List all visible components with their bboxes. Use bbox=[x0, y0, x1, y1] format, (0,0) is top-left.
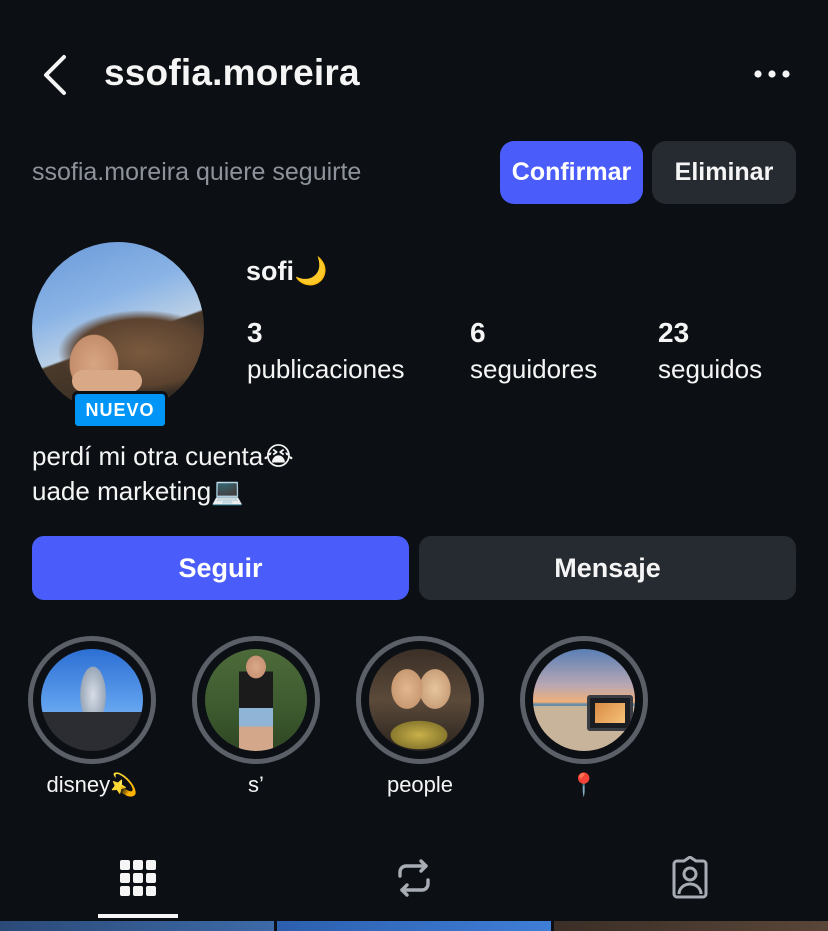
post-thumbnail[interactable] bbox=[554, 921, 828, 931]
tagged-person-icon bbox=[672, 855, 708, 899]
post-thumbnail[interactable] bbox=[0, 921, 274, 931]
highlight-cover-image bbox=[205, 649, 307, 751]
highlight-people[interactable] bbox=[356, 636, 484, 764]
bio-line: uade marketing💻 bbox=[32, 476, 244, 506]
highlight-label: disney💫 bbox=[46, 772, 138, 797]
highlight-cover-image bbox=[41, 649, 143, 751]
tab-reposts[interactable] bbox=[392, 856, 436, 900]
stat-following-label[interactable]: seguidos bbox=[658, 354, 762, 385]
highlight-label: 📍 bbox=[570, 772, 598, 797]
stat-followers-label[interactable]: seguidores bbox=[470, 354, 597, 385]
stat-posts-count[interactable]: 3 bbox=[247, 317, 263, 349]
follow-button[interactable]: Seguir bbox=[32, 536, 409, 600]
highlight-label: people bbox=[386, 772, 454, 797]
delete-request-button[interactable]: Eliminar bbox=[652, 141, 796, 204]
grid-icon bbox=[120, 860, 156, 896]
display-name: sofi🌙 bbox=[246, 256, 328, 286]
confirm-button[interactable]: Confirmar bbox=[500, 141, 643, 204]
highlight-cover-image bbox=[369, 649, 471, 751]
new-badge: NUEVO bbox=[72, 391, 168, 429]
tab-tagged[interactable] bbox=[668, 855, 712, 900]
highlight-disney[interactable] bbox=[28, 636, 156, 764]
laptop-photo-detail bbox=[587, 695, 633, 731]
bio-line: perdí mi otra cuenta😭 bbox=[32, 441, 294, 471]
chevron-left-icon bbox=[44, 55, 66, 95]
post-thumbnail[interactable] bbox=[277, 921, 551, 931]
tab-posts-grid[interactable] bbox=[116, 856, 160, 900]
follow-request-text: ssofia.moreira quiere seguirte bbox=[32, 158, 362, 186]
avatar-photo-detail bbox=[72, 370, 142, 392]
profile-username: ssofia.moreira bbox=[104, 52, 360, 93]
back-button[interactable] bbox=[40, 54, 74, 96]
more-horizontal-icon bbox=[754, 70, 790, 78]
avatar[interactable] bbox=[32, 242, 204, 414]
selected-tab-indicator bbox=[98, 914, 178, 918]
reels-repost-icon bbox=[398, 859, 430, 897]
stat-posts-label[interactable]: publicaciones bbox=[247, 354, 405, 385]
stat-following-count[interactable]: 23 bbox=[658, 317, 689, 349]
stat-followers-count[interactable]: 6 bbox=[470, 317, 486, 349]
more-options-button[interactable] bbox=[752, 62, 792, 86]
highlight-pin[interactable] bbox=[520, 636, 648, 764]
message-button[interactable]: Mensaje bbox=[419, 536, 796, 600]
highlight-label: s’ bbox=[248, 772, 264, 797]
highlight-s[interactable] bbox=[192, 636, 320, 764]
highlight-cover-image bbox=[533, 649, 635, 751]
